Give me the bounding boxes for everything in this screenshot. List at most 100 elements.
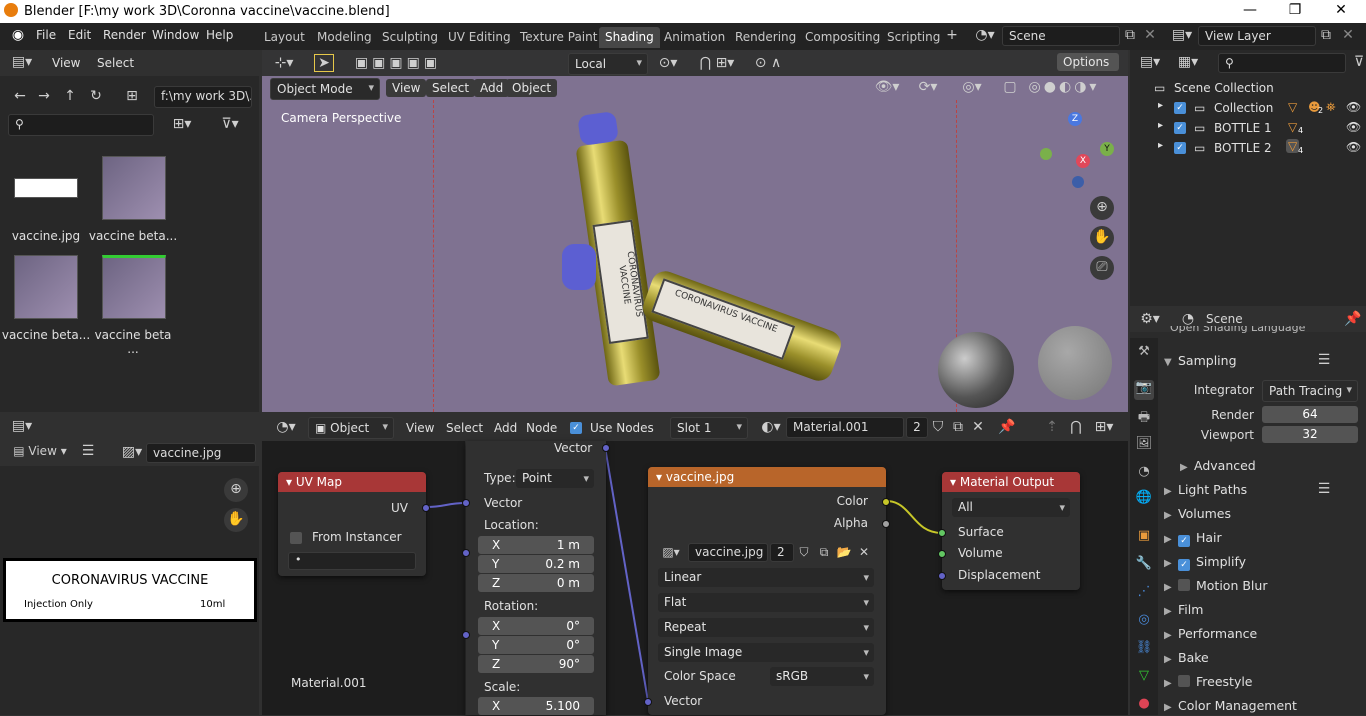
mapping-node[interactable]: Vector Type: Point Vector Location: X 1 m… (462, 441, 610, 715)
close-button[interactable]: ✕ (1327, 2, 1355, 22)
file-name[interactable]: vaccine.jpg (1, 229, 91, 243)
use-nodes-checkbox[interactable]: ✓ (570, 422, 582, 434)
uv-map-node[interactable]: ▾ UV Map UV From Instancer • (278, 472, 430, 576)
rotation-y-field[interactable]: Y 0° (478, 636, 594, 654)
menu-window[interactable]: Window (152, 28, 199, 42)
unlink-image-icon[interactable]: ✕ (856, 545, 872, 559)
displacement-input-socket[interactable] (938, 572, 946, 580)
file-thumbnail[interactable] (102, 255, 166, 319)
render-tab-icon[interactable]: 📷 (1134, 380, 1154, 400)
fake-user-icon[interactable]: ⛉ (796, 545, 812, 560)
editor-type-icon[interactable]: ▤▾ (8, 54, 36, 70)
image-name-field[interactable]: vaccine.jpg (146, 443, 256, 463)
file-thumbnail[interactable] (14, 255, 78, 319)
mapping-type-dropdown[interactable]: Point (516, 469, 594, 488)
editor-type-icon[interactable]: ▤▾ (1136, 54, 1164, 70)
zoom-icon[interactable]: ⊕ (1090, 196, 1114, 220)
pan-hand-icon[interactable]: ✋ (1090, 226, 1114, 250)
unlink-material-icon[interactable]: ✕ (970, 419, 986, 435)
slot-dropdown[interactable]: Slot 1 (670, 417, 748, 439)
filter-icon[interactable]: ⊽▾ (212, 116, 248, 132)
surface-input-socket[interactable] (938, 529, 946, 537)
from-instancer-checkbox[interactable] (290, 532, 302, 544)
scene-field[interactable]: Scene (1002, 26, 1120, 46)
gizmo-toggle-icon[interactable]: ⟳▾ (908, 79, 948, 95)
scene-icon[interactable]: ◔▾ (974, 27, 996, 43)
new-folder-icon[interactable]: ⊞ (122, 88, 142, 104)
world-tab-icon[interactable]: 🌐 (1134, 490, 1154, 510)
options-button[interactable]: Options (1057, 53, 1119, 71)
rotation-x-field[interactable]: X 0° (478, 617, 594, 635)
snap-icon[interactable]: ⋂ ⊞▾ (692, 55, 742, 71)
editor-type-icon[interactable]: ⚙▾ (1136, 311, 1164, 327)
render-samples-field[interactable]: 64 (1262, 406, 1358, 423)
add-workspace-icon[interactable]: + (944, 27, 960, 43)
output-target-dropdown[interactable]: All (952, 498, 1070, 517)
pin-icon[interactable]: 📌 (1344, 311, 1361, 327)
hair-checkbox[interactable]: ✓ (1178, 535, 1190, 547)
rotation-z-field[interactable]: Z 90° (478, 655, 594, 673)
image-browse-icon[interactable]: ▨▾ (658, 545, 684, 559)
projection-dropdown[interactable]: Flat (658, 593, 874, 612)
tab-texture-paint[interactable]: Texture Paint (514, 27, 603, 48)
menu-help[interactable]: Help (206, 28, 233, 42)
volume-input-socket[interactable] (938, 550, 946, 558)
axis-y-icon[interactable]: Y (1100, 142, 1114, 156)
file-thumbnail[interactable] (14, 178, 78, 198)
view-layer-field[interactable]: View Layer (1198, 26, 1316, 46)
shading-mode-icons[interactable]: ◎●◐◑▾ (1024, 79, 1104, 95)
eye-icon[interactable]: 👁 (1346, 140, 1361, 154)
viewport-menu-object[interactable]: Object (506, 79, 558, 97)
menu-edit[interactable]: Edit (68, 28, 91, 42)
node-menu-select[interactable]: Select (446, 421, 483, 435)
tool-tab-icon[interactable]: ⚒ (1134, 344, 1154, 364)
tab-animation[interactable]: Animation (658, 27, 731, 48)
vector-input-socket[interactable] (462, 499, 470, 507)
viewport-menu-select[interactable]: Select (426, 79, 476, 97)
navigation-gizmo[interactable]: Z Y X (1040, 112, 1116, 192)
node-menu-add[interactable]: Add (494, 421, 517, 435)
modifier-tab-icon[interactable]: 🔧 (1134, 556, 1154, 576)
expand-arrow-icon[interactable]: ▸ (1158, 140, 1163, 151)
tab-shading[interactable]: Shading (599, 27, 660, 48)
object-tab-icon[interactable]: ▣ (1134, 528, 1154, 548)
vector-output-socket[interactable] (602, 444, 610, 452)
color-space-dropdown[interactable]: sRGB (770, 667, 874, 686)
minimize-button[interactable]: — (1236, 2, 1264, 22)
axis-neg-z-icon[interactable] (1072, 176, 1084, 188)
exclude-checkbox[interactable]: ✓ (1174, 102, 1186, 114)
pan-hand-icon[interactable]: ✋ (224, 508, 248, 532)
section-volumes[interactable]: ▶ Volumes (1164, 506, 1231, 521)
shader-node-editor[interactable]: ◔▾ ▣ Object View Select Add Node ✓ Use N… (262, 414, 1128, 715)
maximize-button[interactable]: ❐ (1281, 2, 1309, 22)
node-header[interactable]: ▾ UV Map (278, 472, 426, 492)
tab-compositing[interactable]: Compositing (799, 27, 886, 48)
duplicate-image-icon[interactable]: ⧉ (816, 545, 832, 560)
section-film[interactable]: ▶ Film (1164, 602, 1203, 617)
simplify-checkbox[interactable]: ✓ (1178, 559, 1190, 571)
file-thumbnail[interactable] (102, 156, 166, 220)
expand-arrow-icon[interactable]: ▸ (1158, 100, 1163, 111)
camera-view-icon[interactable]: ⎚ (1090, 256, 1114, 280)
motion-blur-checkbox[interactable] (1178, 579, 1190, 591)
section-bake[interactable]: ▶ Bake (1164, 650, 1209, 665)
filter-icon[interactable]: ⊽ (1352, 54, 1366, 70)
material-tab-icon[interactable]: ● (1134, 696, 1154, 716)
pin-icon[interactable]: 📌 (998, 419, 1015, 435)
fb-menu-select[interactable]: Select (97, 56, 134, 70)
node-menu-view[interactable]: View (406, 421, 434, 435)
location-z-field[interactable]: Z 0 m (478, 574, 594, 592)
vector-input-socket[interactable] (644, 698, 652, 706)
material-users-count[interactable]: 2 (906, 417, 928, 438)
exclude-checkbox[interactable]: ✓ (1174, 142, 1186, 154)
eye-icon[interactable]: 👁 (1346, 100, 1361, 114)
menu-file[interactable]: File (36, 28, 56, 42)
location-x-field[interactable]: X 1 m (478, 536, 594, 554)
node-menu-node[interactable]: Node (526, 421, 557, 435)
material-browse-icon[interactable]: ◐▾ (758, 419, 784, 435)
constraints-tab-icon[interactable]: ⛓ (1134, 640, 1154, 660)
material-name-field[interactable]: Material.001 (786, 417, 904, 438)
section-freestyle[interactable]: ▶ Freestyle (1164, 674, 1253, 689)
display-mode-icon[interactable]: ⊞▾ (164, 116, 200, 132)
particles-tab-icon[interactable]: ⋰ (1134, 584, 1154, 604)
